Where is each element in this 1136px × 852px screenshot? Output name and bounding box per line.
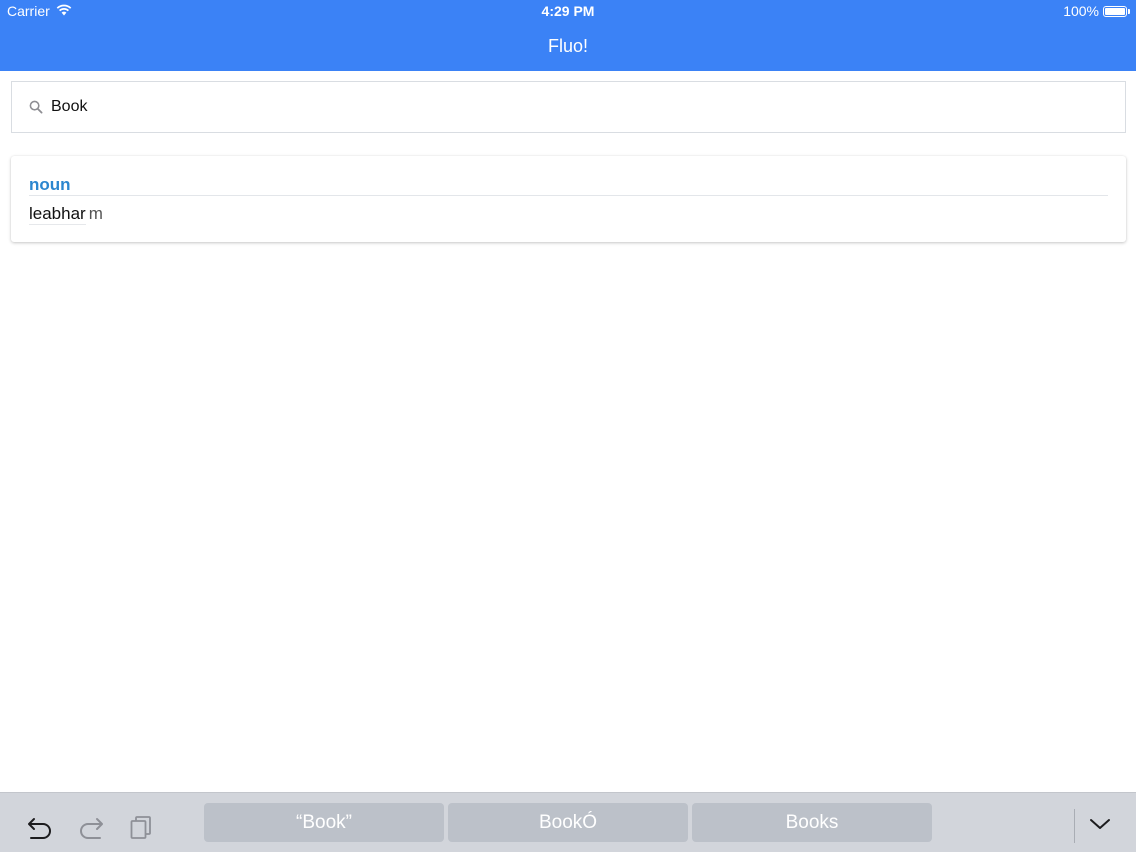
suggestion-quoted[interactable]: “Book”: [204, 803, 444, 842]
result-card[interactable]: noun leabhar m: [11, 156, 1126, 242]
translation-row: leabhar m: [29, 204, 103, 225]
nav-title: Fluo!: [547, 36, 589, 56]
search-icon: [29, 100, 43, 114]
chevron-down-icon[interactable]: [1088, 816, 1112, 837]
status-right: 100%: [1063, 3, 1130, 19]
status-time: 4:29 PM: [541, 3, 595, 19]
search-input[interactable]: [49, 97, 1053, 117]
part-of-speech-label: noun: [29, 175, 71, 194]
battery-icon: [1103, 5, 1127, 17]
card-divider: [29, 195, 1108, 196]
redo-icon[interactable]: [77, 813, 105, 841]
battery-tip: [1128, 8, 1130, 14]
suggestion-3[interactable]: Books: [692, 803, 932, 842]
translation-word[interactable]: leabhar: [29, 204, 86, 225]
gender-label: m: [88, 204, 103, 223]
keyboard-assistant-bar: “Book” BookÓ Books: [0, 792, 1136, 852]
suggestion-2[interactable]: BookÓ: [448, 803, 688, 842]
paste-icon[interactable]: [128, 813, 156, 841]
search-box[interactable]: [11, 81, 1126, 133]
header-bar: Carrier 4:29 PM 100% Fluo!: [0, 0, 1136, 71]
battery-percent: 100%: [1063, 3, 1099, 19]
undo-icon[interactable]: [26, 813, 54, 841]
app-screen: Carrier 4:29 PM 100% Fluo! Book noun lea…: [0, 0, 1136, 852]
keyboard-bar-divider: [1074, 809, 1075, 843]
